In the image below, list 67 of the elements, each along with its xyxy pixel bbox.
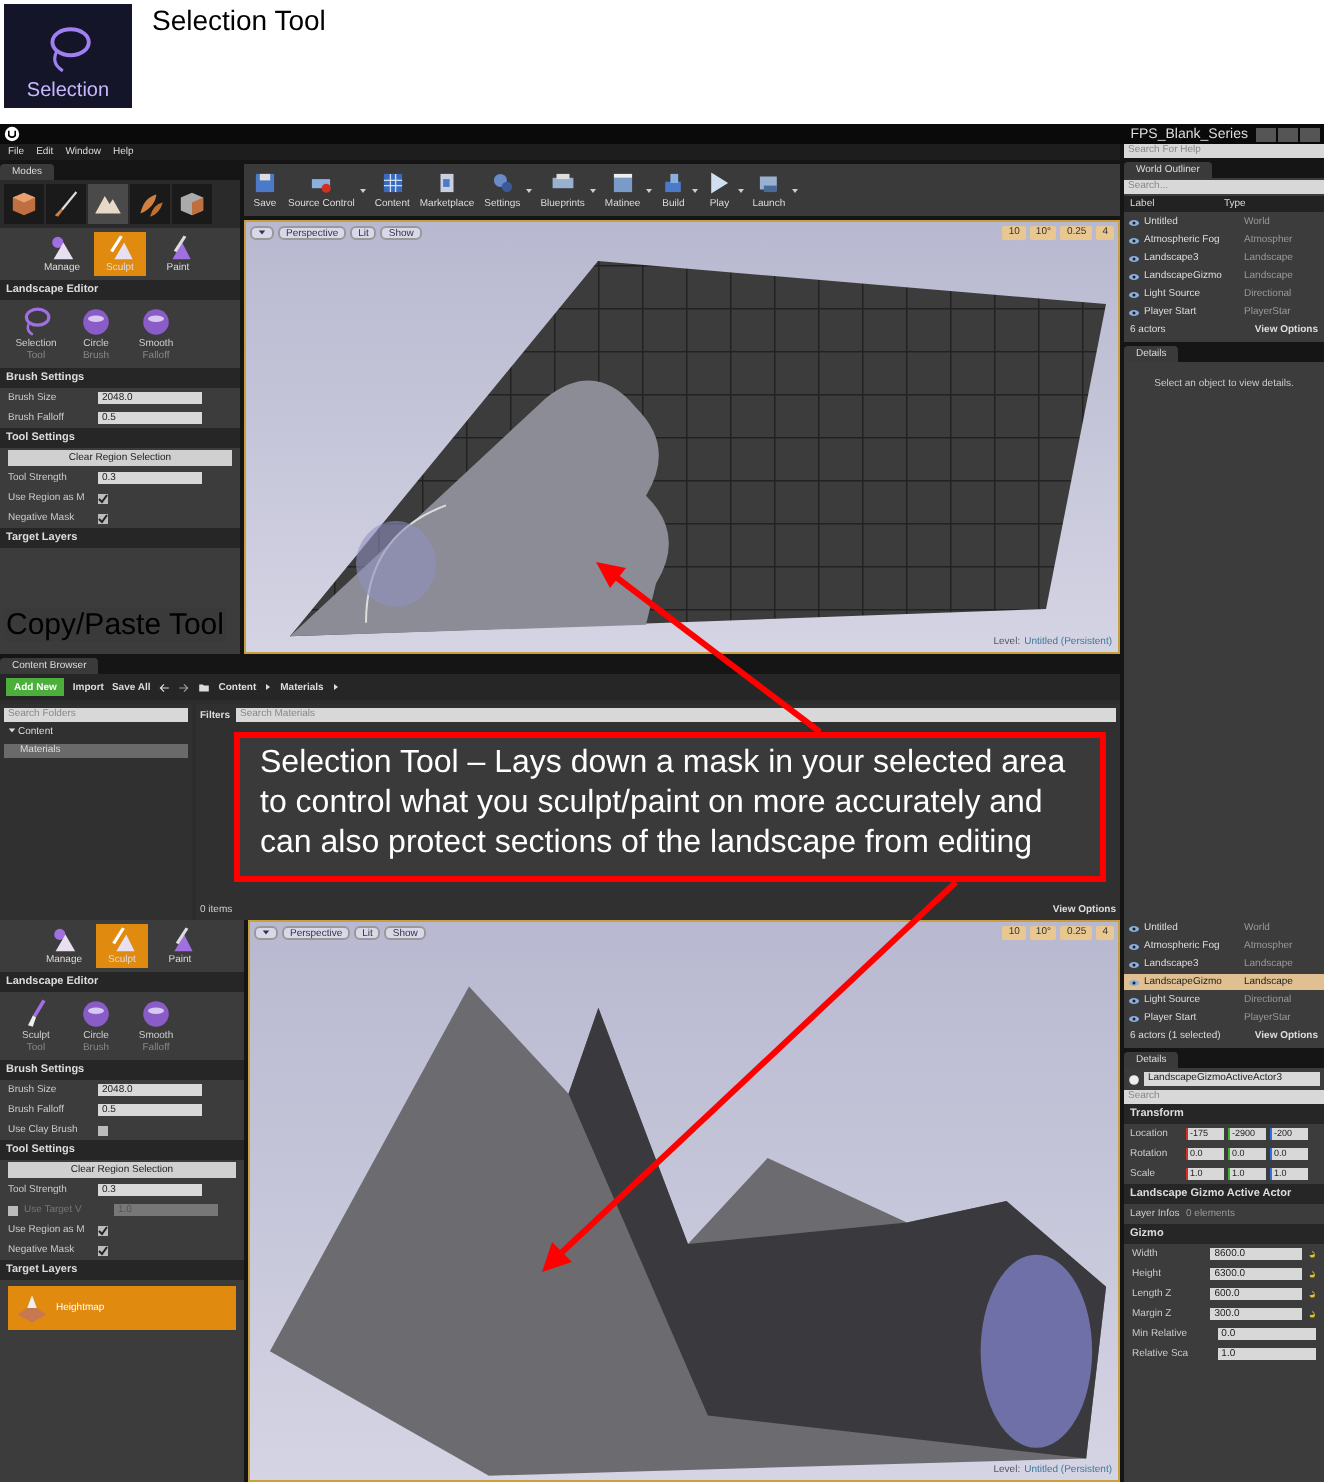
maximize-button[interactable] (1278, 127, 1298, 141)
close-button[interactable] (1300, 127, 1320, 141)
grid-icon (379, 170, 406, 196)
chevron-icon[interactable] (331, 682, 340, 692)
annotation-label: Copy/Paste Tool (4, 608, 226, 642)
caret-icon (258, 228, 266, 236)
eye-icon[interactable] (1128, 307, 1140, 317)
caret-icon[interactable] (644, 185, 655, 195)
brush-mountain-icon (108, 926, 136, 954)
eye-icon[interactable] (1128, 977, 1140, 987)
callout-text: Selection Tool – Lays down a mask in your selected area to control what you sculpt/paint on more accurately and can also protect sections of the landscape from editing (234, 732, 1106, 882)
blocks-icon (660, 170, 687, 196)
brush-mountain-icon (106, 234, 134, 262)
sphere-icon (140, 998, 172, 1030)
eye-icon[interactable] (1128, 1013, 1140, 1023)
reset-arrow-icon[interactable] (1307, 1289, 1316, 1299)
caret-icon[interactable] (358, 185, 369, 195)
eye-icon[interactable] (1128, 959, 1140, 969)
reset-arrow-icon[interactable] (1307, 1249, 1316, 1259)
box-icon (176, 188, 208, 220)
sphere-icon (80, 306, 112, 338)
viewport-menu-button[interactable] (250, 226, 274, 240)
eye-icon[interactable] (1128, 923, 1140, 933)
minimize-button[interactable] (1256, 127, 1276, 141)
caret-icon[interactable] (524, 185, 535, 195)
expand-arrow-icon[interactable] (8, 726, 16, 734)
checkbox[interactable] (98, 1225, 108, 1235)
eye-icon[interactable] (1128, 941, 1140, 951)
caret-icon[interactable] (588, 185, 599, 195)
forward-arrow-icon[interactable] (178, 681, 191, 693)
caret-icon[interactable] (789, 185, 800, 195)
mode-tab[interactable] (4, 184, 44, 224)
mode-tab[interactable] (46, 184, 86, 224)
mode-tab[interactable] (88, 184, 128, 224)
selection-tool-icon: Selection (4, 4, 132, 108)
viewport-menu-button[interactable] (254, 926, 278, 940)
cube-icon (8, 188, 40, 220)
caret-icon[interactable] (690, 185, 701, 195)
reset-arrow-icon[interactable] (1307, 1309, 1316, 1319)
mode-tab[interactable] (172, 184, 212, 224)
checkbox[interactable] (98, 513, 108, 523)
clapperboard-icon (609, 170, 636, 196)
caret-icon[interactable] (736, 185, 747, 195)
eye-icon[interactable] (1128, 995, 1140, 1005)
checkbox[interactable] (98, 1125, 108, 1135)
caret-icon (262, 928, 270, 936)
brush-icon (50, 188, 82, 220)
chevron-icon[interactable] (264, 682, 273, 692)
checkbox[interactable] (98, 1245, 108, 1255)
back-arrow-icon[interactable] (158, 681, 171, 693)
eye-icon[interactable] (1128, 271, 1140, 281)
eye-icon[interactable] (1128, 217, 1140, 227)
checkbox[interactable] (98, 493, 108, 503)
mode-tab[interactable] (130, 184, 170, 224)
sphere-icon (80, 998, 112, 1030)
sphere-icon (1128, 1073, 1140, 1085)
eye-icon[interactable] (1128, 289, 1140, 299)
reset-arrow-icon[interactable] (1307, 1269, 1316, 1279)
gears-icon (489, 170, 516, 196)
sphere-icon (140, 306, 172, 338)
play-icon (706, 170, 733, 196)
page-title: Selection Tool (152, 4, 326, 40)
eye-icon[interactable] (1128, 235, 1140, 245)
terrain-grid-icon (16, 1292, 48, 1324)
eye-icon[interactable] (1128, 253, 1140, 263)
folder-icon (198, 681, 211, 693)
lasso-icon (20, 306, 52, 338)
